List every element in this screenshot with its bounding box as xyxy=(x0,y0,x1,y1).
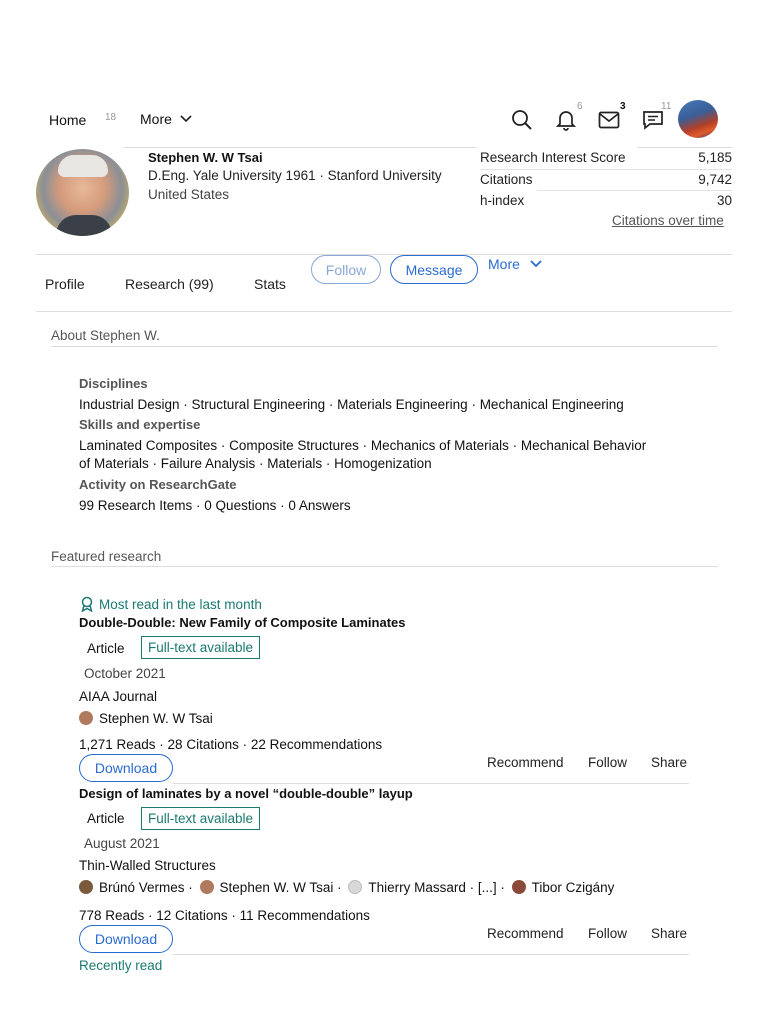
featured-title: Featured research xyxy=(51,549,162,564)
mail-icon[interactable] xyxy=(596,107,622,133)
fulltext-badge: Full-text available xyxy=(141,636,261,659)
author-link[interactable]: Tibor Czigány xyxy=(532,880,615,895)
item-divider xyxy=(173,954,689,955)
paper-authors: Brúnó Vermes · Stephen W. W Tsai · Thier… xyxy=(79,880,614,895)
notification-badge: 6 xyxy=(577,101,583,112)
stat-value-ris: 5,185 xyxy=(698,150,732,165)
paper-authors: Stephen W. W Tsai xyxy=(79,711,213,726)
skills-heading: Skills and expertise xyxy=(79,417,201,432)
follow-button[interactable]: Follow xyxy=(311,255,381,284)
about-divider xyxy=(51,346,718,347)
nav-more-label: More xyxy=(140,111,172,127)
tab-stats[interactable]: Stats xyxy=(254,276,286,292)
paper-type: Article xyxy=(87,811,125,826)
profile-location: United States xyxy=(148,187,230,202)
stat-divider xyxy=(537,190,732,191)
paper-date: October 2021 xyxy=(84,666,166,681)
nav-more-link[interactable]: More xyxy=(140,111,192,127)
skills-list-line1: Laminated Composites · Composite Structu… xyxy=(79,438,647,453)
citations-over-time-link[interactable]: Citations over time xyxy=(612,213,724,228)
paper-date: August 2021 xyxy=(84,836,160,851)
profile-more-label: More xyxy=(488,256,520,272)
fulltext-badge: Full-text available xyxy=(141,807,261,830)
stat-label-hindex: h-index xyxy=(480,193,525,208)
author-avatar xyxy=(511,880,526,894)
item-divider xyxy=(173,783,689,784)
paper-type: Article xyxy=(87,641,125,656)
paper-title[interactable]: Double-Double: New Family of Composite L… xyxy=(79,615,405,630)
tab-profile[interactable]: Profile xyxy=(45,276,85,292)
featured-divider xyxy=(51,566,718,567)
paper-title[interactable]: Design of laminates by a novel “double-d… xyxy=(79,786,413,801)
more-authors-link[interactable]: [...] xyxy=(478,880,497,895)
disciplines-list: Industrial Design · Structural Engineeri… xyxy=(79,397,624,412)
about-title: About Stephen W. xyxy=(51,328,160,343)
user-avatar[interactable] xyxy=(678,100,718,138)
search-icon[interactable] xyxy=(509,107,535,133)
chat-badge: 11 xyxy=(661,101,672,112)
chevron-down-icon xyxy=(180,115,192,123)
chevron-down-icon xyxy=(530,260,542,268)
tabs-bottom-divider xyxy=(36,311,732,312)
paper-metrics: 1,271 Reads · 28 Citations · 22 Recommen… xyxy=(79,737,383,752)
author-link[interactable]: Thierry Massard xyxy=(368,880,466,895)
tabs-top-divider xyxy=(36,254,732,255)
recently-read-label: Recently read xyxy=(79,958,163,973)
paper-metrics: 778 Reads · 12 Citations · 11 Recommenda… xyxy=(79,908,370,923)
author-avatar xyxy=(199,880,214,894)
home-badge: 18 xyxy=(105,112,117,123)
activity-heading: Activity on ResearchGate xyxy=(79,477,237,492)
stat-label-ris: Research Interest Score xyxy=(480,150,626,165)
author-avatar xyxy=(79,880,93,894)
stat-divider xyxy=(480,169,732,170)
recommend-button[interactable]: Recommend xyxy=(487,926,564,941)
download-button[interactable]: Download xyxy=(79,754,173,782)
profile-name[interactable]: Stephen W. W Tsai xyxy=(148,150,263,165)
follow-paper-button[interactable]: Follow xyxy=(588,926,627,941)
nav-home-link[interactable]: Home xyxy=(49,112,86,128)
mail-badge: 3 xyxy=(620,101,626,112)
share-button[interactable]: Share xyxy=(651,755,687,770)
most-read-text: Most read in the last month xyxy=(99,597,262,612)
profile-photo xyxy=(36,149,129,236)
header-divider-right xyxy=(637,147,732,148)
tab-research[interactable]: Research (99) xyxy=(125,276,214,292)
stat-value-citations: 9,742 xyxy=(698,172,732,187)
most-read-label: Most read in the last month xyxy=(79,596,262,613)
author-avatar xyxy=(79,711,93,725)
message-button[interactable]: Message xyxy=(390,255,478,284)
author-link[interactable]: Stephen W. W Tsai xyxy=(99,711,213,726)
paper-journal: Thin-Walled Structures xyxy=(79,858,216,873)
author-link[interactable]: Stephen W. W Tsai xyxy=(220,880,334,895)
bell-icon[interactable] xyxy=(553,107,579,133)
recommend-button[interactable]: Recommend xyxy=(487,755,564,770)
paper-journal: AIAA Journal xyxy=(79,689,158,704)
stat-label-citations: Citations xyxy=(480,172,533,187)
download-button[interactable]: Download xyxy=(79,925,173,953)
follow-paper-button[interactable]: Follow xyxy=(588,755,627,770)
header-divider xyxy=(124,147,476,148)
disciplines-heading: Disciplines xyxy=(79,376,148,391)
activity-summary: 99 Research Items · 0 Questions · 0 Answ… xyxy=(79,498,351,513)
profile-degree: D.Eng. Yale University 1961 · Stanford U… xyxy=(148,168,442,183)
skills-list-line2: of Materials · Failure Analysis · Materi… xyxy=(79,456,432,471)
stat-value-hindex: 30 xyxy=(716,193,732,208)
share-button[interactable]: Share xyxy=(651,926,687,941)
profile-more-button[interactable]: More xyxy=(488,256,542,272)
author-link[interactable]: Brúnó Vermes xyxy=(99,880,185,895)
ribbon-icon xyxy=(81,596,93,613)
author-avatar xyxy=(348,880,363,894)
